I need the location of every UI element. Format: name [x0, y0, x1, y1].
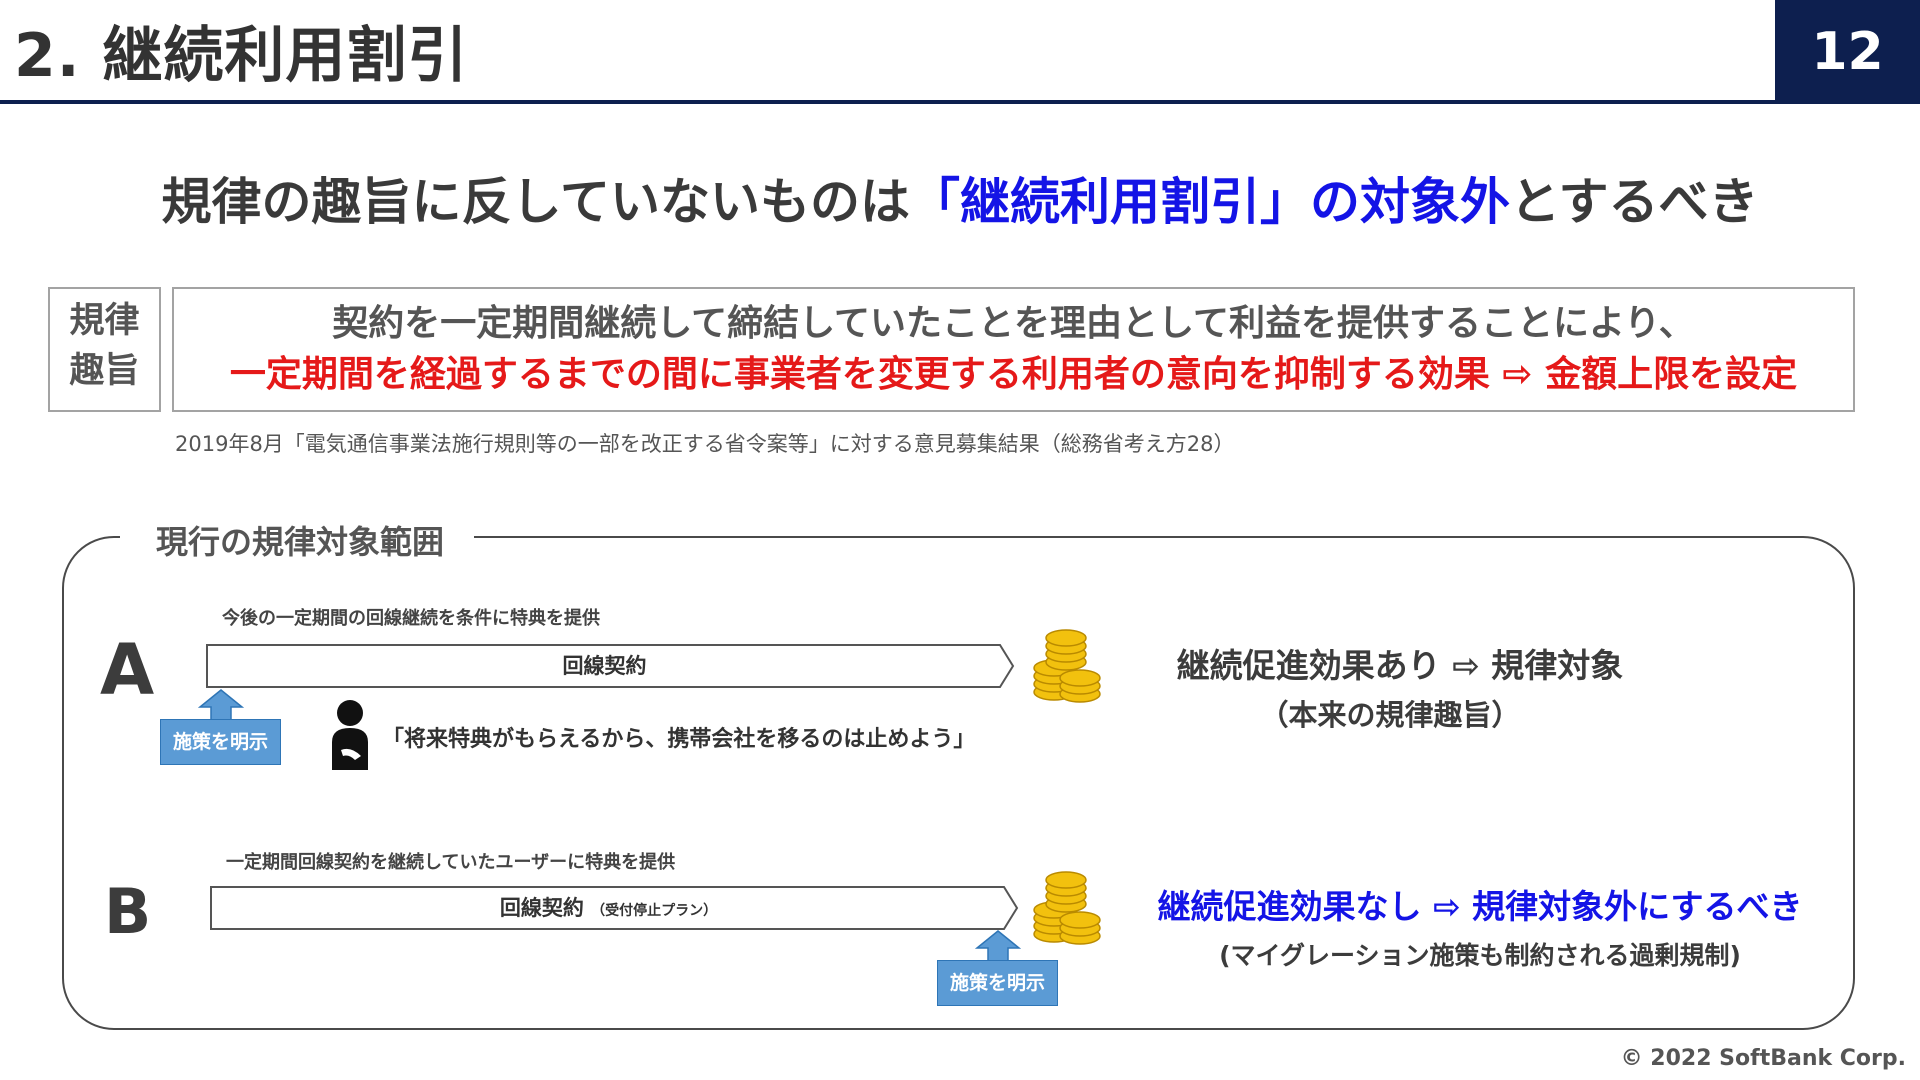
case-b-arrow-up-icon [975, 930, 1021, 962]
case-a-measure-button[interactable]: 施策を明示 [160, 719, 281, 765]
case-b-effect-note: (マイグレーション施策も制約される過剰規制) [1219, 941, 1741, 970]
purpose-label: 規律 趣旨 [48, 296, 161, 396]
case-a-effect: 継続促進効果あり ⇨ 規律対象 [1176, 646, 1624, 685]
case-b-effect: 継続促進効果なし ⇨ 規律対象外にするべき [1157, 887, 1803, 926]
case-a-quote: 「将来特典がもらえるから、携帯会社を移るのは止めよう」 [382, 727, 976, 752]
scope-title: 現行の規律対象範囲 [120, 518, 475, 566]
purpose-label-line-2: 趣旨 [69, 351, 140, 391]
purpose-line-1: 契約を一定期間継続して締結していたことを理由として利益を提供することにより、 [332, 303, 1695, 344]
person-icon [332, 700, 368, 770]
case-b-caption: 一定期間回線契約を継続していたユーザーに特典を提供 [226, 852, 676, 873]
case-a-arrow-up-icon [198, 689, 244, 721]
case-a-caption: 今後の一定期間の回線継続を条件に特典を提供 [222, 608, 600, 629]
case-b-contract-name: 回線契約 [499, 896, 584, 920]
title-underline [0, 100, 1775, 104]
purpose-line-2: 一定期間を経過するまでの間に事業者を変更する利用者の意向を抑制する効果 ⇨ 金額… [229, 354, 1798, 395]
copyright: © 2022 SoftBank Corp. [1620, 1046, 1906, 1071]
case-b-letter: B [104, 875, 152, 948]
case-a-coin-stack-icon [1033, 629, 1101, 703]
case-b-contract-label: 回線契約 （受付停止プラン） [212, 893, 1005, 926]
case-a-letter: A [100, 629, 155, 711]
case-b-contract-note: （受付停止プラン） [591, 903, 718, 919]
purpose-label-line-1: 規律 [69, 301, 140, 341]
source-note: 2019年8月「電気通信事業法施行規則等の一部を改正する省令案等」に対する意見募… [175, 432, 1235, 456]
page-number: 12 [1811, 22, 1884, 82]
case-b-coin-stack-icon [1033, 871, 1101, 945]
case-a-contract-label: 回線契約 [562, 654, 647, 678]
headline: 規律の趣旨に反していないものは「継続利用割引」の対象外とするべき [0, 166, 1920, 238]
headline-before: 規律の趣旨に反していないものは [161, 173, 911, 231]
headline-highlight: 「継続利用割引」の対象外 [910, 173, 1510, 231]
slide-title: 2. 継続利用割引 [14, 21, 469, 91]
case-a-effect-note: （本来の規律趣旨） [1259, 698, 1521, 732]
headline-after: とするべき [1510, 173, 1759, 231]
case-b-measure-button[interactable]: 施策を明示 [937, 960, 1058, 1006]
